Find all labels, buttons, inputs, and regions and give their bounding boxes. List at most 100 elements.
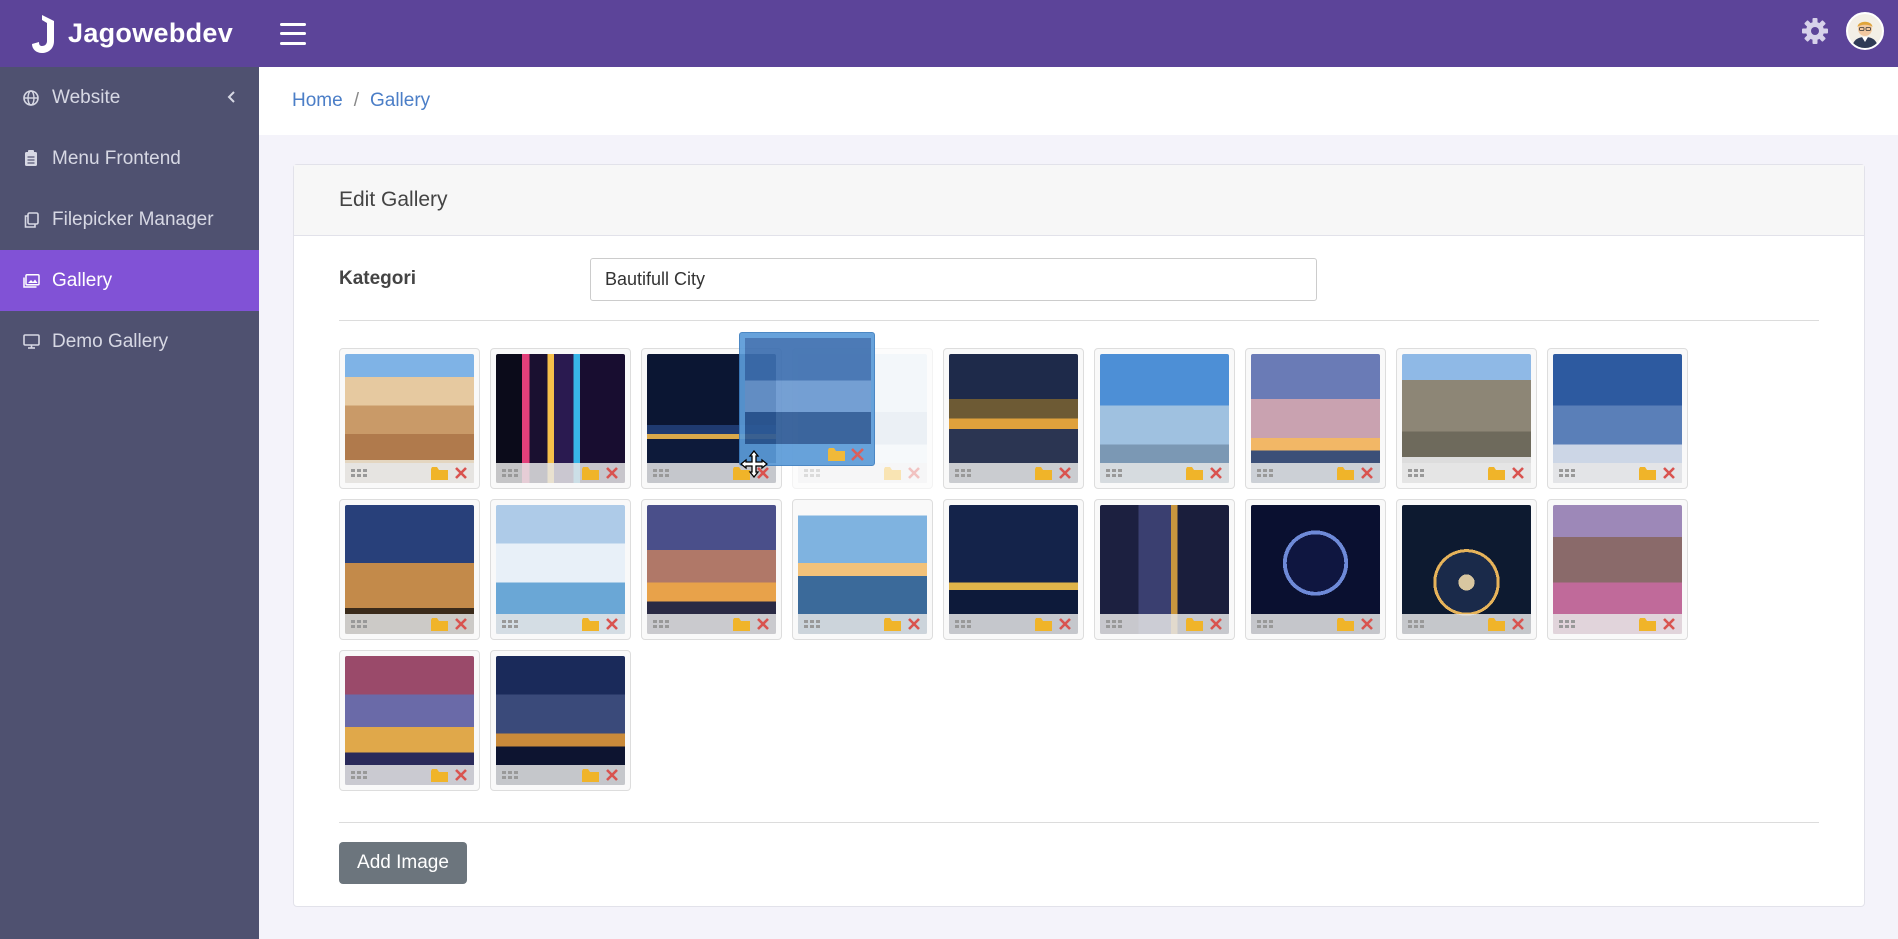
- gallery-thumbnail[interactable]: [1094, 348, 1235, 489]
- gallery-thumbnail[interactable]: [1547, 499, 1688, 640]
- kategori-input[interactable]: [590, 258, 1317, 301]
- delete-icon[interactable]: [907, 617, 921, 631]
- folder-icon[interactable]: [1639, 466, 1656, 480]
- thumbnail-toolbar: [949, 614, 1078, 634]
- folder-icon[interactable]: [884, 466, 901, 480]
- divider-bottom: [339, 822, 1819, 823]
- folder-icon[interactable]: [1186, 466, 1203, 480]
- drag-handle-icon[interactable]: [502, 620, 520, 628]
- drag-handle-icon[interactable]: [1257, 469, 1275, 477]
- delete-icon[interactable]: [1058, 617, 1072, 631]
- thumbnail-toolbar: [1553, 463, 1682, 483]
- drag-preview[interactable]: [739, 332, 875, 466]
- gallery-thumbnail[interactable]: [1094, 499, 1235, 640]
- folder-icon[interactable]: [1035, 617, 1052, 631]
- gallery-thumbnail[interactable]: [490, 650, 631, 791]
- thumbnail-toolbar: [798, 463, 927, 483]
- hamburger-menu-icon[interactable]: [280, 22, 306, 45]
- delete-icon[interactable]: [907, 466, 921, 480]
- folder-icon[interactable]: [582, 466, 599, 480]
- folder-icon[interactable]: [431, 466, 448, 480]
- gallery-thumbnail[interactable]: [490, 499, 631, 640]
- folder-icon[interactable]: [1186, 617, 1203, 631]
- gallery-thumbnail[interactable]: [792, 499, 933, 640]
- drag-handle-icon[interactable]: [351, 469, 369, 477]
- folder-icon[interactable]: [431, 768, 448, 782]
- delete-icon[interactable]: [605, 768, 619, 782]
- delete-icon[interactable]: [1511, 466, 1525, 480]
- delete-icon[interactable]: [1209, 617, 1223, 631]
- drag-handle-icon[interactable]: [502, 771, 520, 779]
- drag-handle-icon[interactable]: [653, 620, 671, 628]
- breadcrumb-separator: /: [353, 90, 359, 111]
- drag-handle-icon[interactable]: [1559, 469, 1577, 477]
- delete-icon[interactable]: [454, 617, 468, 631]
- close-icon: [851, 447, 864, 461]
- delete-icon[interactable]: [1662, 617, 1676, 631]
- gallery-thumbnail[interactable]: [490, 348, 631, 489]
- gallery-thumbnail[interactable]: [1245, 348, 1386, 489]
- drag-handle-icon[interactable]: [653, 469, 671, 477]
- delete-icon[interactable]: [1209, 466, 1223, 480]
- folder-icon[interactable]: [1035, 466, 1052, 480]
- delete-icon[interactable]: [1662, 466, 1676, 480]
- thumbnail-toolbar: [1251, 463, 1380, 483]
- folder-icon[interactable]: [884, 617, 901, 631]
- gallery-thumbnail[interactable]: [943, 348, 1084, 489]
- drag-handle-icon[interactable]: [351, 771, 369, 779]
- folder-icon[interactable]: [1488, 617, 1505, 631]
- sidebar-item-demo-gallery[interactable]: Demo Gallery: [0, 311, 259, 372]
- gallery-thumbnail[interactable]: [339, 650, 480, 791]
- drag-handle-icon[interactable]: [1408, 620, 1426, 628]
- sidebar-item-gallery[interactable]: Gallery: [0, 250, 259, 311]
- breadcrumb-current-link[interactable]: Gallery: [370, 90, 430, 112]
- user-avatar[interactable]: [1846, 12, 1884, 50]
- drag-handle-icon[interactable]: [804, 469, 822, 477]
- delete-icon[interactable]: [454, 768, 468, 782]
- folder-icon[interactable]: [1337, 617, 1354, 631]
- drag-handle-icon[interactable]: [1106, 469, 1124, 477]
- drag-handle-icon[interactable]: [1559, 620, 1577, 628]
- drag-handle-icon[interactable]: [1257, 620, 1275, 628]
- folder-icon[interactable]: [582, 617, 599, 631]
- folder-icon[interactable]: [582, 768, 599, 782]
- brand[interactable]: Jagowebdev: [0, 0, 259, 67]
- sidebar-item-filepicker-manager[interactable]: Filepicker Manager: [0, 189, 259, 250]
- brand-logo-icon: [32, 14, 54, 53]
- breadcrumb-home-link[interactable]: Home: [292, 90, 343, 112]
- images-icon: [22, 272, 40, 290]
- delete-icon[interactable]: [1360, 617, 1374, 631]
- folder-icon[interactable]: [733, 617, 750, 631]
- gallery-thumbnail[interactable]: [1547, 348, 1688, 489]
- folder-icon[interactable]: [431, 617, 448, 631]
- delete-icon[interactable]: [605, 466, 619, 480]
- gallery-thumbnail[interactable]: [943, 499, 1084, 640]
- gallery-thumbnail[interactable]: [1396, 499, 1537, 640]
- drag-handle-icon[interactable]: [1106, 620, 1124, 628]
- drag-handle-icon[interactable]: [502, 469, 520, 477]
- drag-handle-icon[interactable]: [955, 469, 973, 477]
- delete-icon[interactable]: [1511, 617, 1525, 631]
- add-image-button[interactable]: Add Image: [339, 842, 467, 884]
- delete-icon[interactable]: [1058, 466, 1072, 480]
- drag-handle-icon[interactable]: [1408, 469, 1426, 477]
- gallery-thumbnail[interactable]: [1396, 348, 1537, 489]
- drag-handle-icon[interactable]: [351, 620, 369, 628]
- delete-icon[interactable]: [605, 617, 619, 631]
- globe-icon: [22, 89, 40, 107]
- folder-icon[interactable]: [1639, 617, 1656, 631]
- drag-handle-icon[interactable]: [804, 620, 822, 628]
- folder-icon[interactable]: [1337, 466, 1354, 480]
- sidebar-item-website[interactable]: Website: [0, 67, 259, 128]
- gear-icon[interactable]: [1800, 16, 1830, 46]
- delete-icon[interactable]: [1360, 466, 1374, 480]
- sidebar-item-menu-frontend[interactable]: Menu Frontend: [0, 128, 259, 189]
- delete-icon[interactable]: [756, 617, 770, 631]
- gallery-thumbnail[interactable]: [339, 499, 480, 640]
- gallery-thumbnail[interactable]: [641, 499, 782, 640]
- delete-icon[interactable]: [454, 466, 468, 480]
- gallery-thumbnail[interactable]: [339, 348, 480, 489]
- folder-icon[interactable]: [1488, 466, 1505, 480]
- gallery-thumbnail[interactable]: [1245, 499, 1386, 640]
- drag-handle-icon[interactable]: [955, 620, 973, 628]
